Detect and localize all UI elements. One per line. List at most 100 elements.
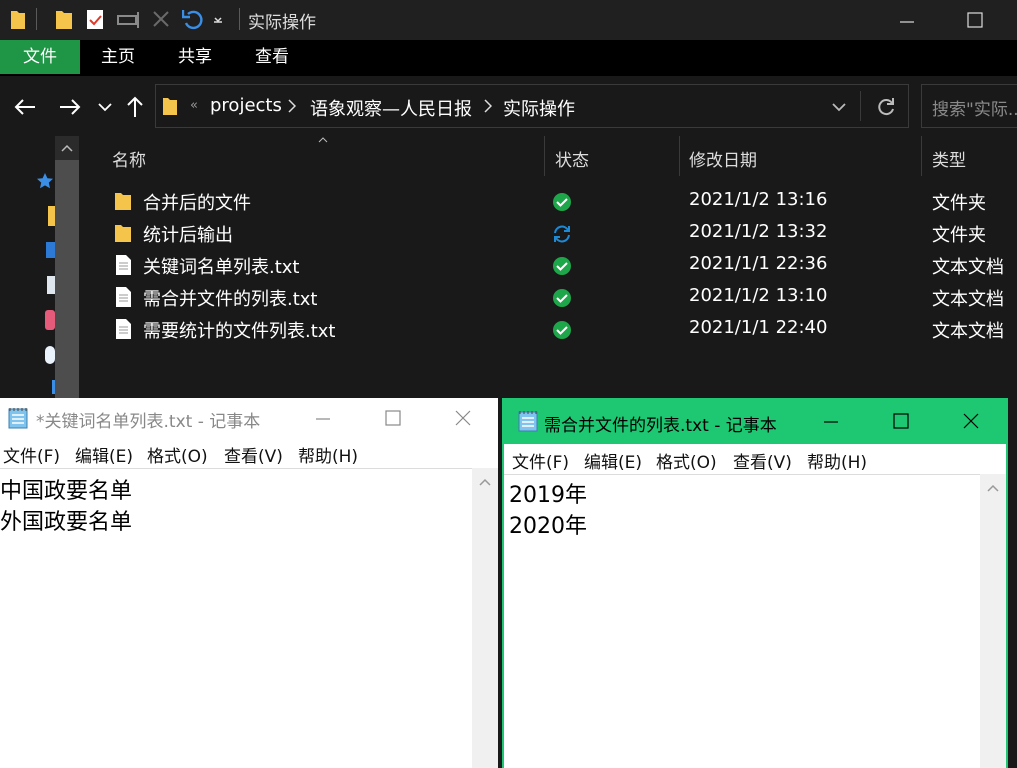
title-bar: 实际操作 — [0, 0, 1017, 40]
menu-edit[interactable]: 编辑(E) — [75, 442, 133, 467]
arrow-left-icon — [14, 99, 35, 115]
column-divider[interactable] — [679, 136, 680, 176]
up-button[interactable] — [120, 92, 150, 122]
address-bar[interactable]: « projects 语象观察—人民日报 实际操作 — [155, 84, 909, 128]
folder-icon — [163, 98, 177, 115]
maximize-button[interactable] — [952, 0, 998, 40]
notepad-title: 需合并文件的列表.txt - 记事本 — [544, 416, 777, 436]
file-row[interactable]: 需要统计的文件列表.txt 2021/1/1 22:40 文本文档 — [100, 313, 1017, 345]
menu-format[interactable]: 格式(O) — [656, 448, 717, 473]
checked-document-icon[interactable] — [86, 8, 104, 30]
column-divider[interactable] — [544, 136, 545, 176]
notepad-title-bar[interactable]: *关键词名单列表.txt - 记事本 — [0, 398, 498, 438]
scroll-up-arrow-icon[interactable] — [987, 484, 999, 492]
file-type: 文本文档 — [932, 257, 1004, 278]
rename-icon[interactable] — [116, 8, 142, 30]
window-title: 实际操作 — [248, 13, 316, 33]
maximize-button[interactable] — [866, 398, 936, 444]
text-file-icon — [116, 319, 131, 339]
scrollbar-thumb[interactable] — [55, 160, 79, 400]
file-name: 合并后的文件 — [143, 193, 251, 214]
overflow-chevron-icon[interactable]: « — [190, 98, 198, 113]
close-button[interactable] — [936, 398, 1006, 444]
scroll-up-arrow-icon[interactable] — [61, 144, 73, 152]
chevron-right-icon[interactable] — [288, 99, 296, 113]
address-row: « projects 语象观察—人民日报 实际操作 搜索"实际... — [0, 76, 1017, 136]
sync-ok-icon — [553, 193, 571, 211]
toolbar-divider — [36, 8, 37, 30]
sync-ok-icon — [553, 257, 571, 275]
menu-file[interactable]: 文件(F) — [512, 448, 569, 473]
menu-help[interactable]: 帮助(H) — [298, 442, 358, 467]
minimize-button[interactable] — [796, 398, 866, 444]
menu-edit[interactable]: 编辑(E) — [584, 448, 642, 473]
properties-folder-icon[interactable] — [55, 8, 73, 30]
text-line: 中国政要名单 — [0, 479, 133, 504]
undo-icon[interactable] — [182, 8, 204, 30]
navigation-scrollbar[interactable] — [55, 136, 79, 400]
notepad-title-bar[interactable]: 需合并文件的列表.txt - 记事本 — [504, 398, 1006, 444]
menu-help[interactable]: 帮助(H) — [807, 448, 867, 473]
breadcrumb-item[interactable]: projects — [210, 95, 282, 116]
notepad-text-area[interactable]: 中国政要名单 外国政要名单 — [0, 468, 472, 768]
menu-file[interactable]: 文件(F) — [3, 442, 60, 467]
notepad-icon — [8, 408, 28, 429]
nav-documents-icon[interactable] — [47, 276, 55, 294]
file-type: 文件夹 — [932, 225, 986, 246]
file-row[interactable]: 统计后输出 2021/1/2 13:32 文件夹 — [100, 217, 1017, 249]
file-explorer-window: 实际操作 文件 主页 共享 查看 « projects 语象观察—人民日报 实际… — [0, 0, 1017, 400]
minimize-button[interactable] — [288, 398, 358, 438]
customize-toolbar-chevron-icon[interactable] — [212, 8, 224, 30]
file-row[interactable]: 合并后的文件 2021/1/2 13:16 文件夹 — [100, 185, 1017, 217]
column-header-name[interactable]: 名称 — [112, 146, 146, 188]
nav-folder-icon[interactable] — [48, 206, 55, 226]
menu-view[interactable]: 查看(V) — [733, 448, 792, 473]
recent-locations-button[interactable] — [90, 92, 120, 122]
chevron-down-icon[interactable] — [832, 102, 846, 112]
breadcrumb-item[interactable]: 语象观察—人民日报 — [310, 95, 472, 121]
maximize-icon — [893, 413, 909, 429]
file-name: 统计后输出 — [143, 225, 233, 246]
breadcrumb-item[interactable]: 实际操作 — [503, 95, 575, 121]
file-date: 2021/1/1 22:36 — [689, 253, 828, 274]
tab-view[interactable]: 查看 — [238, 40, 306, 74]
file-row[interactable]: 关键词名单列表.txt 2021/1/1 22:36 文本文档 — [100, 249, 1017, 281]
file-type: 文本文档 — [932, 321, 1004, 342]
delete-icon[interactable] — [152, 8, 170, 30]
refresh-icon[interactable] — [876, 97, 896, 117]
search-box[interactable]: 搜索"实际... — [921, 84, 1017, 128]
scroll-up-arrow-icon[interactable] — [479, 478, 491, 486]
file-name: 需合并文件的列表.txt — [143, 289, 318, 310]
chevron-right-icon[interactable] — [484, 99, 492, 113]
quick-access-star-icon[interactable] — [36, 172, 54, 190]
minimize-button[interactable] — [884, 0, 930, 40]
sync-pending-icon — [554, 225, 570, 243]
nav-onedrive-icon[interactable] — [45, 346, 55, 364]
nav-desktop-icon[interactable] — [46, 242, 55, 258]
text-line: 2019年 — [509, 483, 587, 508]
menu-view[interactable]: 查看(V) — [224, 442, 283, 467]
text-line: 2020年 — [509, 514, 587, 539]
notepad-menu-bar: 文件(F) 编辑(E) 格式(O) 查看(V) 帮助(H) — [504, 444, 1006, 474]
vertical-scrollbar[interactable] — [472, 468, 498, 768]
column-header-status[interactable]: 状态 — [555, 146, 589, 188]
notepad-text-area[interactable]: 2019年 2020年 — [504, 474, 980, 768]
maximize-icon — [385, 410, 401, 426]
tab-file[interactable]: 文件 — [0, 40, 80, 74]
file-date: 2021/1/1 22:40 — [689, 317, 828, 338]
vertical-scrollbar[interactable] — [980, 474, 1006, 768]
tab-share[interactable]: 共享 — [160, 40, 230, 74]
column-header-type[interactable]: 类型 — [932, 146, 966, 188]
menu-format[interactable]: 格式(O) — [147, 442, 208, 467]
back-button[interactable] — [10, 92, 40, 122]
folder-icon — [115, 193, 131, 210]
column-header-date-modified[interactable]: 修改日期 — [689, 146, 757, 188]
forward-button[interactable] — [55, 92, 85, 122]
tab-home[interactable]: 主页 — [84, 40, 152, 74]
close-icon — [963, 413, 979, 429]
column-divider[interactable] — [921, 136, 922, 176]
maximize-button[interactable] — [358, 398, 428, 438]
nav-pictures-icon[interactable] — [45, 310, 55, 330]
close-button[interactable] — [428, 398, 498, 438]
file-row[interactable]: 需合并文件的列表.txt 2021/1/2 13:10 文本文档 — [100, 281, 1017, 313]
